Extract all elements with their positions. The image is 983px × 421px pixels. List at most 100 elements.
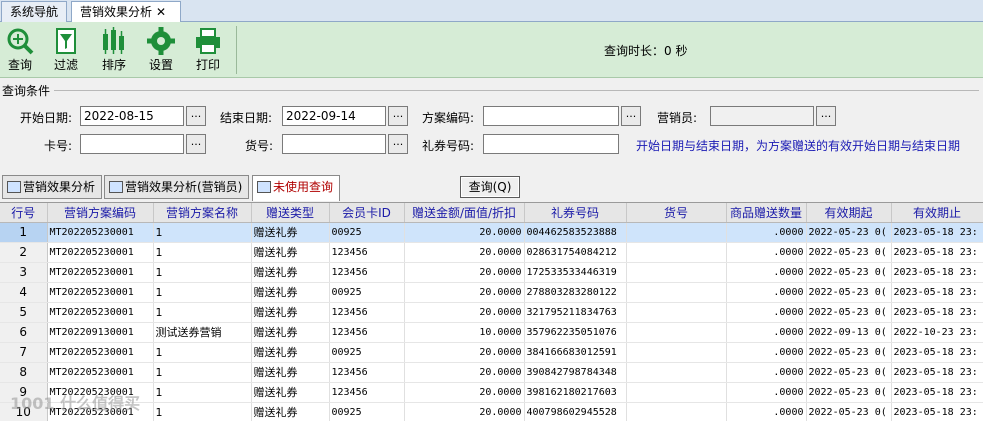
table-cell[interactable]: 赠送礼券 — [251, 342, 330, 363]
table-cell[interactable]: 00925 — [329, 282, 405, 303]
table-cell[interactable]: 赠送礼券 — [251, 282, 330, 303]
table-cell[interactable] — [626, 402, 727, 421]
table-cell[interactable]: 赠送礼券 — [251, 402, 330, 421]
table-cell[interactable]: .0000 — [726, 362, 807, 383]
row-number-cell[interactable]: 10 — [0, 402, 48, 421]
table-cell[interactable]: 测试送券营销 — [153, 322, 252, 343]
tab-marketing-analysis[interactable]: 营销效果分析 ✕ — [71, 1, 181, 23]
table-row[interactable]: 2 MT202205230001 1 赠送礼券 123456 20.0000 0286317… — [0, 242, 983, 263]
table-cell[interactable]: .0000 — [726, 322, 807, 343]
table-cell[interactable]: 2023-05-18 23: — [891, 402, 983, 421]
table-row[interactable]: 8 MT202205230001 1 赠送礼券 123456 20.0000 3908427… — [0, 362, 983, 383]
table-cell[interactable]: 2023-05-18 23: — [891, 282, 983, 303]
table-cell[interactable]: 20.0000 — [404, 262, 525, 283]
table-cell[interactable]: 20.0000 — [404, 362, 525, 383]
filter-toolbar-button[interactable]: 过滤 — [46, 24, 86, 76]
table-cell[interactable]: 172533533446319 — [524, 262, 627, 283]
query-button[interactable]: 查询(Q) — [460, 176, 520, 198]
column-header[interactable]: 赠送类型 — [251, 203, 330, 223]
table-cell[interactable]: 2022-05-23 0( — [806, 402, 892, 421]
table-cell[interactable]: 2023-05-18 23: — [891, 242, 983, 263]
row-number-cell[interactable]: 6 — [0, 322, 48, 343]
table-cell[interactable]: 10.0000 — [404, 322, 525, 343]
row-number-cell[interactable]: 5 — [0, 302, 48, 323]
table-cell[interactable]: 1 — [153, 342, 252, 363]
table-cell[interactable]: MT202205230001 — [47, 282, 154, 303]
table-cell[interactable]: 2022-05-23 0( — [806, 242, 892, 263]
table-cell[interactable]: .0000 — [726, 402, 807, 421]
card-picker-button[interactable]: ... — [186, 134, 206, 154]
table-cell[interactable]: 1 — [153, 262, 252, 283]
table-cell[interactable]: 357962235051076 — [524, 322, 627, 343]
settings-toolbar-button[interactable]: 设置 — [141, 24, 181, 76]
table-cell[interactable]: .0000 — [726, 282, 807, 303]
table-cell[interactable]: .0000 — [726, 342, 807, 363]
table-row[interactable]: 10 MT202205230001 1 赠送礼券 00925 20.0000 4007986… — [0, 402, 983, 421]
column-header[interactable]: 赠送金额/面值/折扣 — [404, 203, 525, 223]
salesman-picker-button[interactable]: ... — [816, 106, 836, 126]
table-cell[interactable]: 赠送礼券 — [251, 362, 330, 383]
table-cell[interactable] — [626, 242, 727, 263]
table-cell[interactable]: 赠送礼券 — [251, 322, 330, 343]
table-cell[interactable]: 2023-05-18 23: — [891, 302, 983, 323]
table-cell[interactable]: 2022-09-13 0( — [806, 322, 892, 343]
table-cell[interactable]: 123456 — [329, 362, 405, 383]
table-cell[interactable] — [626, 222, 727, 243]
column-header[interactable]: 商品赠送数量 — [726, 203, 807, 223]
table-cell[interactable]: MT202205230001 — [47, 262, 154, 283]
table-cell[interactable]: 398162180217603 — [524, 382, 627, 403]
tab-marketing-analysis-salesman[interactable]: 营销效果分析(营销员) — [104, 175, 249, 199]
row-number-cell[interactable]: 1 — [0, 222, 48, 243]
table-cell[interactable]: 2023-05-18 23: — [891, 342, 983, 363]
table-cell[interactable]: 20.0000 — [404, 342, 525, 363]
table-cell[interactable]: 123456 — [329, 242, 405, 263]
table-cell[interactable]: 028631754084212 — [524, 242, 627, 263]
row-number-cell[interactable]: 7 — [0, 342, 48, 363]
table-cell[interactable]: 2023-05-18 23: — [891, 362, 983, 383]
table-cell[interactable]: 2022-05-23 0( — [806, 362, 892, 383]
sort-toolbar-button[interactable]: 排序 — [94, 24, 134, 76]
table-row[interactable]: 4 MT202205230001 1 赠送礼券 00925 20.0000 27880328… — [0, 282, 983, 303]
table-cell[interactable] — [626, 302, 727, 323]
table-cell[interactable]: 1 — [153, 362, 252, 383]
table-row[interactable]: 1 MT202205230001 1 赠送礼券 00925 20.0000 00446258… — [0, 222, 983, 243]
table-cell[interactable] — [626, 342, 727, 363]
table-cell[interactable]: 20.0000 — [404, 382, 525, 403]
table-cell[interactable]: 2022-05-23 0( — [806, 342, 892, 363]
table-cell[interactable]: 1 — [153, 302, 252, 323]
tab-marketing-analysis[interactable]: 营销效果分析 — [2, 175, 102, 199]
table-cell[interactable]: 00925 — [329, 402, 405, 421]
table-row[interactable]: 7 MT202205230001 1 赠送礼券 00925 20.0000 38416668… — [0, 342, 983, 363]
table-cell[interactable]: MT202205230001 — [47, 242, 154, 263]
table-cell[interactable]: 赠送礼券 — [251, 242, 330, 263]
table-cell[interactable]: 赠送礼券 — [251, 302, 330, 323]
table-cell[interactable]: 123456 — [329, 302, 405, 323]
table-cell[interactable]: 2022-05-23 0( — [806, 282, 892, 303]
table-cell[interactable]: 2023-05-18 23: — [891, 382, 983, 403]
column-header[interactable]: 会员卡ID — [329, 203, 405, 223]
table-cell[interactable]: MT202205230001 — [47, 342, 154, 363]
column-header[interactable]: 行号 — [0, 203, 48, 223]
table-cell[interactable]: MT202205230001 — [47, 222, 154, 243]
table-cell[interactable]: 2022-10-23 23: — [891, 322, 983, 343]
table-cell[interactable]: .0000 — [726, 262, 807, 283]
table-cell[interactable]: 2022-05-23 0( — [806, 302, 892, 323]
table-cell[interactable]: MT202205230001 — [47, 302, 154, 323]
table-cell[interactable]: 赠送礼券 — [251, 262, 330, 283]
row-number-cell[interactable]: 2 — [0, 242, 48, 263]
close-icon[interactable]: ✕ — [156, 5, 166, 19]
table-cell[interactable] — [626, 382, 727, 403]
table-cell[interactable] — [626, 322, 727, 343]
table-cell[interactable]: 赠送礼券 — [251, 382, 330, 403]
table-cell[interactable]: .0000 — [726, 222, 807, 243]
table-cell[interactable]: 123456 — [329, 322, 405, 343]
table-cell[interactable]: 400798602945528 — [524, 402, 627, 421]
table-cell[interactable]: 20.0000 — [404, 242, 525, 263]
start-date-picker-button[interactable]: ... — [186, 106, 206, 126]
end-date-field[interactable] — [282, 106, 386, 126]
table-cell[interactable]: .0000 — [726, 302, 807, 323]
row-number-cell[interactable]: 9 — [0, 382, 48, 403]
coupon-field[interactable] — [483, 134, 619, 154]
table-cell[interactable] — [626, 262, 727, 283]
end-date-picker-button[interactable]: ... — [388, 106, 408, 126]
